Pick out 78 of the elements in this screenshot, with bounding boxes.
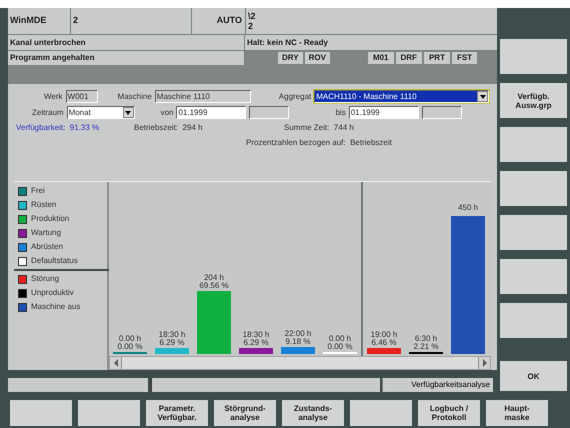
bar-hours-label: 0.00 h: [328, 334, 352, 343]
bar-percent-label: 6.29 %: [160, 338, 184, 347]
to-extra-field[interactable]: [422, 106, 462, 119]
flag-indicator: ROV: [304, 52, 330, 64]
softkey[interactable]: [500, 303, 567, 338]
from-date-field[interactable]: 01.1999: [176, 106, 246, 119]
softkey[interactable]: [10, 400, 72, 426]
nc-status: Halt: kein NC - Ready: [245, 35, 497, 50]
bar-hours-label: 6:30 h: [414, 334, 438, 343]
flag-indicator: M01: [368, 52, 394, 64]
softkey[interactable]: [78, 400, 140, 426]
bar-hours-label: 204 h: [204, 273, 224, 282]
mode-label: AUTO: [192, 8, 245, 34]
legend-label: Abrüsten: [31, 241, 64, 253]
softkey[interactable]: Zustands- analyse: [282, 400, 344, 426]
softkey[interactable]: OK: [500, 361, 567, 391]
softkey[interactable]: Verfügb. Ausw.grp: [500, 83, 567, 118]
softkey[interactable]: Störgrund- analyse: [214, 400, 276, 426]
bar-percent-label: 0.00 %: [118, 342, 142, 351]
program-name: \2: [248, 11, 257, 21]
program-status: Programm angehalten: [8, 51, 244, 65]
machine-field[interactable]: Maschine 1110: [154, 90, 251, 103]
from-extra-field[interactable]: [249, 106, 290, 119]
softkey[interactable]: [500, 127, 567, 162]
bar-hours-label: 450 h: [458, 203, 478, 212]
bar-percent-label: 69.56 %: [199, 281, 229, 290]
bar-percent-label: 0.00 %: [328, 342, 352, 351]
flag-indicator: DRY: [278, 52, 303, 64]
bar-percent-label: 9.18 %: [286, 337, 310, 346]
softkey[interactable]: Parametr. Verfügbar.: [146, 400, 208, 426]
field-label: Werk: [44, 90, 63, 102]
legend-label: Defaultstatus: [31, 255, 78, 267]
werk-field[interactable]: W001: [66, 90, 98, 103]
total-time-text: Summe Zeit: 744 h: [284, 122, 354, 134]
bar-percent-label: 6.46 %: [372, 338, 396, 347]
status-message: Verfügbarkeitsanalyse: [382, 378, 493, 392]
app-name: WinMDE: [8, 8, 70, 34]
availability-text: Verfügbarkeit: 91.33 %: [16, 122, 100, 134]
percent-basis-text: Prozentzahlen bezogen auf: Betriebszeit: [246, 137, 392, 149]
legend-label: Produktion: [31, 213, 70, 225]
field-label: von: [160, 106, 174, 118]
field-label: Zeitraum: [32, 106, 64, 118]
scroll-left-icon[interactable]: [110, 357, 122, 369]
softkey[interactable]: [500, 39, 567, 74]
legend-label: Rüsten: [31, 199, 56, 211]
operating-time-text: Betriebszeit: 294 h: [134, 122, 204, 134]
period-dropdown[interactable]: Monat: [66, 106, 135, 119]
softkey[interactable]: [500, 259, 567, 294]
legend-label: Unproduktiv: [31, 287, 74, 299]
bar-percent-label: 6.29 %: [244, 338, 268, 347]
bar-hours-label: 18:30 h: [158, 330, 186, 339]
aggregate-dropdown[interactable]: MACH1110 - Maschine 1110: [314, 90, 490, 103]
channel-status: Kanal unterbrochen: [8, 35, 244, 50]
field-label: Maschine: [118, 90, 152, 102]
legend-label: Wartung: [31, 227, 61, 239]
to-date-field[interactable]: 01.1999: [348, 106, 419, 119]
flag-indicator: DRF: [396, 52, 422, 64]
legend-label: Störung: [31, 273, 60, 285]
softkey[interactable]: Haupt- maske: [486, 400, 548, 426]
bar-hours-label: 22:00 h: [284, 329, 312, 338]
legend-label: Maschine aus: [31, 301, 80, 313]
horizontal-scrollbar[interactable]: [109, 356, 491, 370]
legend-label: Frei: [31, 185, 45, 197]
bar-hours-label: 0.00 h: [118, 334, 142, 343]
softkey[interactable]: Logbuch / Protokoll: [418, 400, 480, 426]
softkey[interactable]: [500, 171, 567, 206]
bar-percent-label: 2.21 %: [414, 342, 438, 351]
program-name: 2: [248, 21, 254, 31]
flag-indicator: PRT: [424, 52, 450, 64]
field-label: bis: [335, 106, 346, 118]
bar-hours-label: 19:00 h: [370, 330, 398, 339]
bar-hours-label: 18:30 h: [242, 330, 270, 339]
channel-number: 2: [71, 8, 191, 34]
scroll-right-icon[interactable]: [478, 357, 490, 369]
softkey[interactable]: [500, 215, 567, 250]
flag-indicator: FST: [452, 52, 478, 64]
field-label: Aggregat: [278, 90, 312, 102]
softkey[interactable]: [350, 400, 412, 426]
